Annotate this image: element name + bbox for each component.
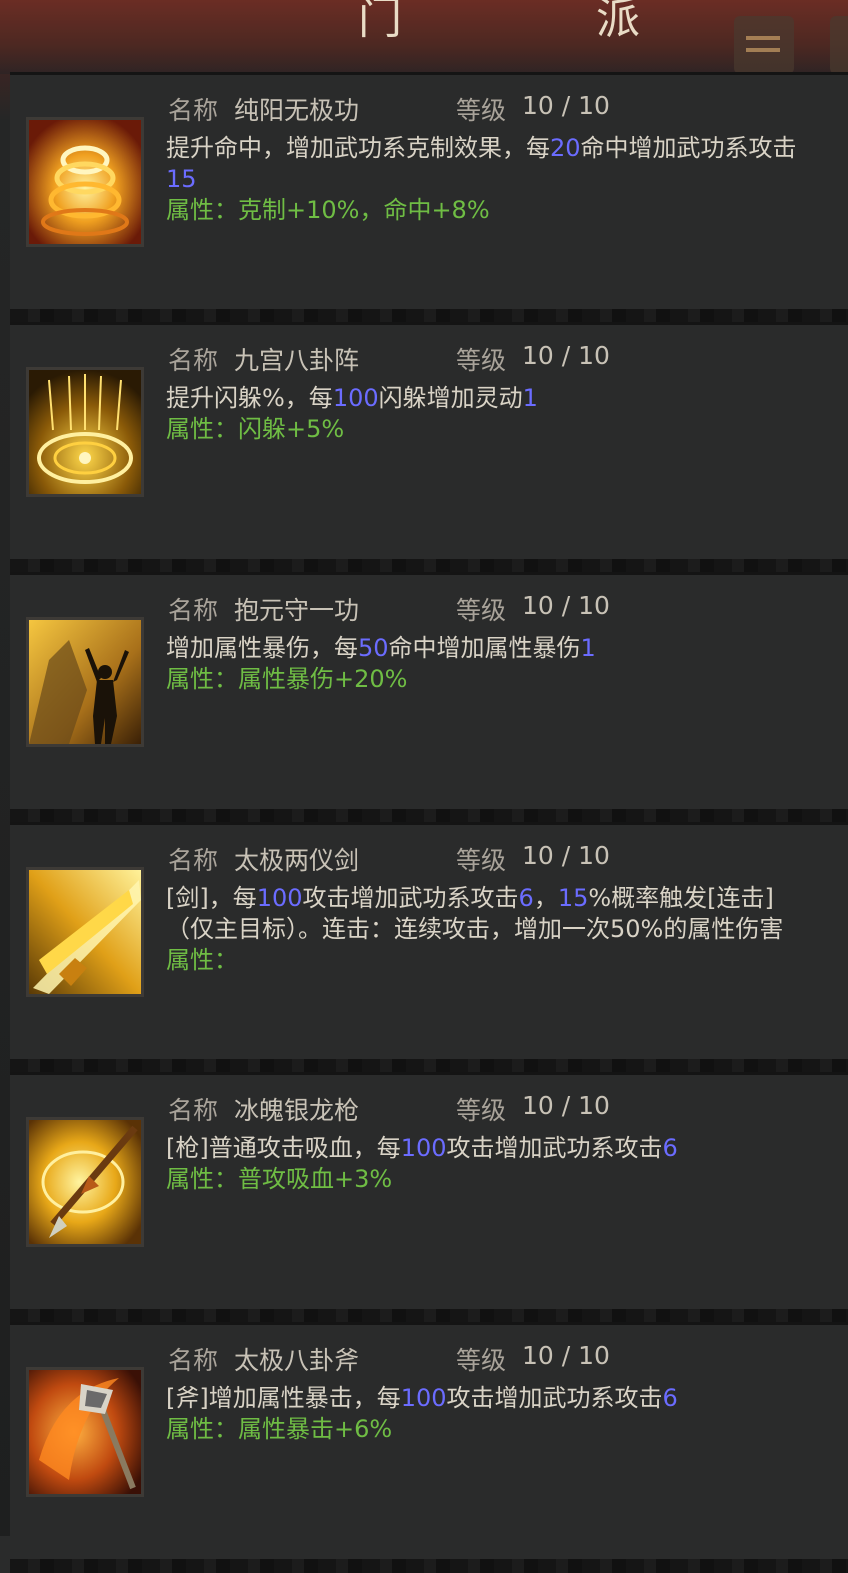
skill-attribute: 属性：克制+10%，命中+8% xyxy=(166,196,490,224)
name-label: 名称 xyxy=(168,96,219,125)
level-label: 等级 xyxy=(456,96,507,125)
header-bar: 门 派 xyxy=(0,0,848,74)
highlight-value: 15 xyxy=(557,884,589,912)
skill-name: 太极八卦斧 xyxy=(234,1346,360,1375)
level-label: 等级 xyxy=(456,596,507,625)
description-text: 闪躲增加灵动 xyxy=(378,384,523,412)
skill-level: 10 / 10 xyxy=(522,1341,610,1370)
skill-description: [剑]，每100攻击增加武功系攻击6，15%概率触发[连击]（仅主目标）。连击：… xyxy=(166,883,806,976)
description-text: 增加属性暴伤，每 xyxy=(166,634,358,662)
skill-card[interactable]: 名称 冰魄银龙枪 等级 10 / 10 [枪]普通攻击吸血，每100攻击增加武功系攻击6… xyxy=(10,1072,848,1323)
axe-flame-icon[interactable] xyxy=(26,1367,144,1497)
menu-icon-button[interactable] xyxy=(830,16,848,74)
highlight-value: 6 xyxy=(662,1384,678,1412)
skill-attribute: 属性：普攻吸血+3% xyxy=(166,1165,393,1193)
skill-card[interactable]: 名称 太极两仪剑 等级 10 / 10 [剑]，每100攻击增加武功系攻击6，15%概率… xyxy=(10,822,848,1073)
level-label: 等级 xyxy=(456,1096,507,1125)
level-label: 等级 xyxy=(456,346,507,375)
highlight-value: 100 xyxy=(400,1134,447,1162)
skill-level: 10 / 10 xyxy=(522,1091,610,1120)
highlight-value: 100 xyxy=(332,384,379,412)
highlight-value: 15 xyxy=(166,165,197,193)
name-label: 名称 xyxy=(168,596,219,625)
description-text: 攻击增加武功系攻击 xyxy=(446,1134,663,1162)
description-text: 攻击增加武功系攻击 xyxy=(446,1384,663,1412)
skill-description: 增加属性暴伤，每50命中增加属性暴伤1 属性：属性暴伤+20% xyxy=(166,633,806,695)
description-text: 攻击增加武功系攻击 xyxy=(302,884,519,912)
name-label: 名称 xyxy=(168,1096,219,1125)
skill-level: 10 / 10 xyxy=(522,91,610,120)
highlight-value: 50 xyxy=(358,634,389,662)
page-title: 门 派 xyxy=(358,0,730,44)
skill-card[interactable]: 名称 九宫八卦阵 等级 10 / 10 提升闪躲%，每100闪躲增加灵动1 属性：闪躲+5… xyxy=(10,322,848,573)
spear-thrust-icon[interactable] xyxy=(26,1117,144,1247)
skill-level: 10 / 10 xyxy=(522,841,610,870)
description-text: ， xyxy=(533,884,558,912)
sword-slash-icon[interactable] xyxy=(26,867,144,997)
name-label: 名称 xyxy=(168,1346,219,1375)
meditating-figure-icon[interactable] xyxy=(26,617,144,747)
highlight-value: 1 xyxy=(522,384,538,412)
highlight-value: 100 xyxy=(400,1384,447,1412)
description-text: 提升闪躲%，每 xyxy=(166,384,333,412)
description-text: [枪]普通攻击吸血，每 xyxy=(166,1134,401,1162)
skill-name: 太极两仪剑 xyxy=(234,846,360,875)
bagua-circle-icon[interactable] xyxy=(26,367,144,497)
skill-card[interactable]: 名称 纯阳无极功 等级 10 / 10 提升命中，增加武功系克制效果，每20命中增加武功… xyxy=(10,72,848,323)
skill-name: 九宫八卦阵 xyxy=(234,346,360,375)
description-text: 提升命中，增加武功系克制效果，每 xyxy=(166,134,550,162)
skill-attribute: 属性：属性暴伤+20% xyxy=(166,665,408,693)
skill-level: 10 / 10 xyxy=(522,591,610,620)
skill-description: [枪]普通攻击吸血，每100攻击增加武功系攻击6 属性：普攻吸血+3% xyxy=(166,1133,806,1195)
highlight-value: 20 xyxy=(550,134,581,162)
skill-name: 纯阳无极功 xyxy=(234,96,360,125)
highlight-value: 6 xyxy=(518,884,534,912)
highlight-value: 1 xyxy=(580,634,596,662)
name-label: 名称 xyxy=(168,346,219,375)
level-label: 等级 xyxy=(456,1346,507,1375)
name-label: 名称 xyxy=(168,846,219,875)
level-label: 等级 xyxy=(456,846,507,875)
skill-description: 提升命中，增加武功系克制效果，每20命中增加武功系攻击 15 属性：克制+10%，命… xyxy=(166,133,806,226)
skill-name: 冰魄银龙枪 xyxy=(234,1096,360,1125)
skill-attribute: 属性：属性暴击+6% xyxy=(166,1415,393,1443)
skill-description: [斧]增加属性暴击，每100攻击增加武功系攻击6 属性：属性暴击+6% xyxy=(166,1383,806,1445)
skill-attribute: 属性： xyxy=(166,946,238,974)
skill-attribute: 属性：闪躲+5% xyxy=(166,415,345,443)
description-text: [斧]增加属性暴击，每 xyxy=(166,1384,401,1412)
golden-vortex-icon[interactable] xyxy=(26,117,144,247)
skill-card[interactable]: 名称 太极八卦斧 等级 10 / 10 [斧]增加属性暴击，每100攻击增加武功系攻击6… xyxy=(10,1322,848,1573)
scroll-icon-button[interactable] xyxy=(734,16,794,74)
description-text: [剑]，每 xyxy=(166,884,257,912)
skill-card[interactable]: 名称 抱元守一功 等级 10 / 10 增加属性暴伤，每50命中增加属性暴伤1 属性：属性… xyxy=(10,572,848,823)
description-text: 命中增加武功系攻击 xyxy=(580,134,797,162)
highlight-value: 6 xyxy=(662,1134,678,1162)
skill-name: 抱元守一功 xyxy=(234,596,360,625)
highlight-value: 100 xyxy=(256,884,303,912)
skill-description: 提升闪躲%，每100闪躲增加灵动1 属性：闪躲+5% xyxy=(166,383,806,445)
skill-level: 10 / 10 xyxy=(522,341,610,370)
description-text: 命中增加属性暴伤 xyxy=(388,634,581,662)
